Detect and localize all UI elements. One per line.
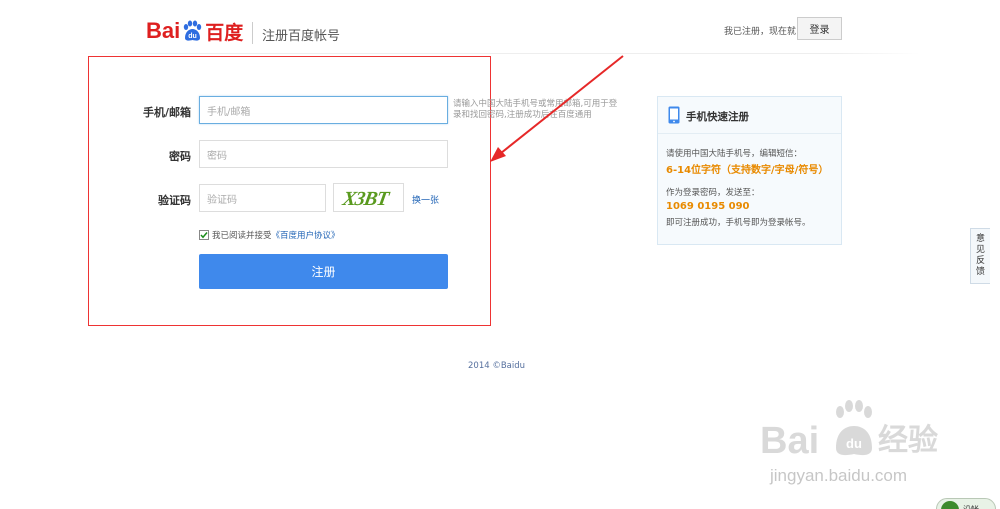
phone-placeholder: 手机/邮箱 bbox=[207, 106, 251, 118]
logo-chinese-text: 百度 bbox=[205, 21, 244, 44]
mobile-phone-icon bbox=[668, 106, 680, 124]
instruction-line-3: 即可注册成功，手机号即为登录帐号。 bbox=[666, 218, 811, 228]
watermark-brand: Bai bbox=[760, 420, 819, 462]
password-format-text: 6-14位字符（支持数字/字母/符号） bbox=[666, 165, 829, 176]
sms-number: 1069 0195 090 bbox=[666, 201, 750, 212]
feedback-char: 见 bbox=[975, 245, 985, 255]
captcha-image[interactable]: X3BT bbox=[333, 183, 404, 212]
feedback-char: 反 bbox=[975, 256, 985, 266]
feedback-char: 馈 bbox=[975, 267, 985, 277]
login-button[interactable]: 登录 bbox=[797, 17, 842, 40]
captcha-label: 验证码 bbox=[158, 194, 191, 207]
check-icon bbox=[200, 232, 208, 239]
agreement-prefix: 我已阅读并接受 bbox=[212, 231, 272, 241]
corner-label: 沿帐 bbox=[963, 504, 979, 509]
panel-header: 手机快速注册 bbox=[658, 97, 841, 134]
panel-title: 手机快速注册 bbox=[686, 111, 749, 123]
paw-icon: du bbox=[184, 20, 202, 41]
copyright: 2014 ©Baidu bbox=[468, 361, 526, 371]
corner-icon bbox=[941, 501, 959, 509]
baidu-jingyan-watermark: Bai du 经验 bbox=[760, 400, 938, 462]
watermark-du: du bbox=[846, 436, 862, 451]
logo-du-text: du bbox=[188, 33, 197, 40]
password-input[interactable]: 密码 bbox=[199, 140, 448, 168]
phone-label: 手机/邮箱 bbox=[142, 106, 191, 119]
annotation-arrow bbox=[490, 55, 624, 162]
password-placeholder: 密码 bbox=[207, 150, 227, 162]
header-divider bbox=[252, 22, 253, 44]
instruction-line-2: 作为登录密码，发送至： bbox=[666, 188, 760, 198]
captcha-placeholder: 验证码 bbox=[207, 194, 237, 206]
page-title: 注册百度帐号 bbox=[262, 29, 341, 44]
password-label: 密码 bbox=[169, 150, 191, 163]
register-button[interactable]: 注册 bbox=[199, 254, 448, 289]
feedback-tab[interactable]: 意 见 反 馈 bbox=[970, 228, 990, 284]
logo-bai-text: Bai bbox=[146, 18, 181, 43]
watermark-url: jingyan.baidu.com bbox=[770, 466, 908, 485]
phone-email-input[interactable]: 手机/邮箱 bbox=[199, 96, 448, 124]
watermark-jingyan: 经验 bbox=[878, 423, 938, 458]
agreement-text: 我已阅读并接受《百度用户协议》 bbox=[212, 229, 340, 241]
mobile-quick-register-panel: 手机快速注册 请使用中国大陆手机号，编辑短信： 6-14位字符（支持数字/字母/… bbox=[657, 96, 842, 245]
captcha-text: X3BT bbox=[340, 188, 391, 210]
baidu-logo[interactable]: Bai du 百度 bbox=[146, 14, 243, 48]
instruction-line-1: 请使用中国大陆手机号，编辑短信： bbox=[666, 149, 803, 159]
refresh-captcha-link[interactable]: 换一张 bbox=[412, 193, 439, 206]
captcha-graphic: X3BT bbox=[340, 188, 391, 210]
feedback-char: 意 bbox=[975, 234, 985, 244]
captcha-input[interactable]: 验证码 bbox=[199, 184, 326, 212]
agree-checkbox[interactable] bbox=[199, 230, 209, 240]
already-registered-text: 我已注册，现在就 bbox=[724, 27, 797, 37]
corner-widget[interactable]: 沿帐 bbox=[936, 498, 996, 509]
user-agreement-link[interactable]: 《百度用户协议》 bbox=[272, 231, 340, 241]
